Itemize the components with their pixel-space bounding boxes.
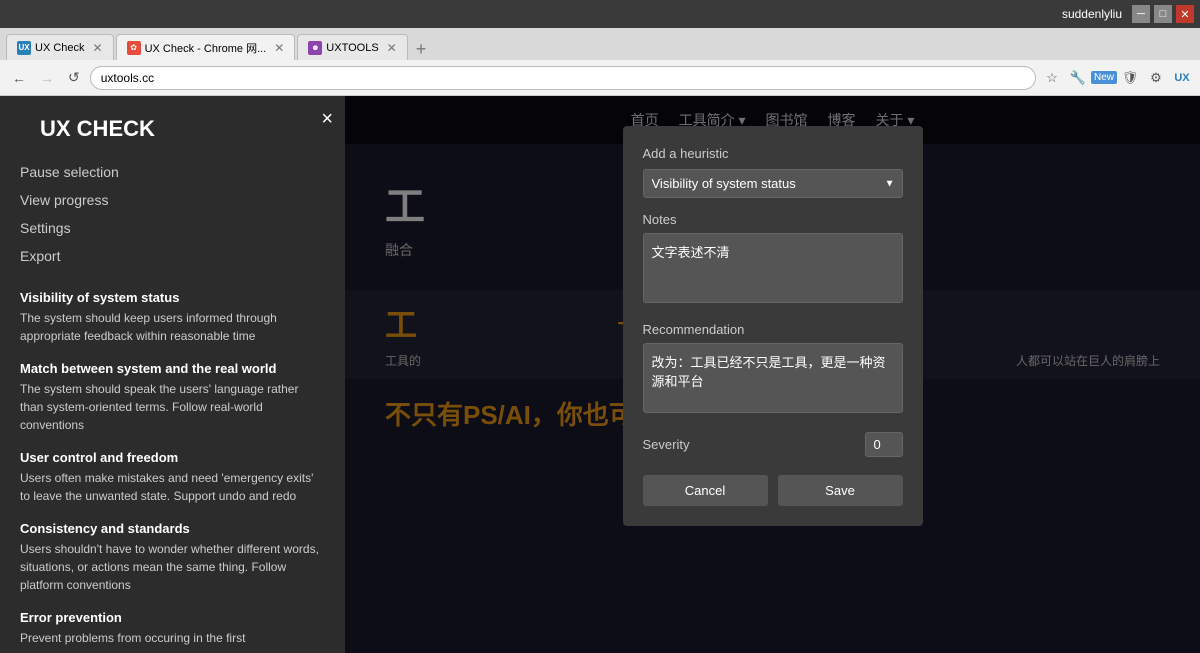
cancel-button[interactable]: Cancel bbox=[643, 475, 768, 506]
sidebar-nav: UX CHECK Pause selection View progress S… bbox=[0, 96, 345, 278]
modal-dialog: Add a heuristic Visibility of system sta… bbox=[623, 126, 923, 526]
notes-label: Notes bbox=[643, 212, 903, 227]
extension-icon[interactable]: 🔧 bbox=[1068, 68, 1088, 88]
recommendation-textarea[interactable]: 改为：工具已经不只是工具，更是一种资源和平台 bbox=[643, 343, 903, 413]
sidebar-item-export[interactable]: Export bbox=[20, 242, 345, 270]
username: suddenlyliu bbox=[1062, 7, 1122, 21]
tab-ux-check[interactable]: UX UX Check ✕ bbox=[6, 34, 114, 60]
heuristic-select-wrapper: Visibility of system status Match betwee… bbox=[643, 169, 903, 198]
heuristic-select[interactable]: Visibility of system status Match betwee… bbox=[643, 169, 903, 198]
severity-select-wrapper: 0 1 2 3 4 bbox=[865, 432, 903, 457]
heuristic-match: Match between system and the real world … bbox=[20, 361, 325, 434]
heuristic-desc-match: The system should speak the users' langu… bbox=[20, 380, 325, 434]
heuristic-title-consistency: Consistency and standards bbox=[20, 521, 325, 536]
notes-textarea[interactable]: 文字表述不清 bbox=[643, 233, 903, 303]
recommendation-label: Recommendation bbox=[643, 322, 903, 337]
severity-row: Severity 0 1 2 3 4 bbox=[643, 432, 903, 457]
tab-close-2[interactable]: ✕ bbox=[274, 41, 284, 55]
chrome-icon: ✿ bbox=[127, 41, 141, 55]
sidebar-item-view-progress[interactable]: View progress bbox=[20, 186, 345, 214]
heuristic-desc-error: Prevent problems from occuring in the fi… bbox=[20, 629, 325, 647]
modal-overlay: Add a heuristic Visibility of system sta… bbox=[345, 96, 1200, 653]
tab-bar: UX UX Check ✕ ✿ UX Check - Chrome 网... ✕… bbox=[0, 28, 1200, 60]
severity-select[interactable]: 0 1 2 3 4 bbox=[865, 432, 903, 457]
tab-close-3[interactable]: ✕ bbox=[387, 41, 397, 55]
url-input[interactable] bbox=[90, 66, 1036, 90]
modal-buttons: Cancel Save bbox=[643, 475, 903, 506]
sidebar-item-settings[interactable]: Settings bbox=[20, 214, 345, 242]
heuristic-visibility: Visibility of system status The system s… bbox=[20, 290, 325, 345]
close-window-button[interactable]: ✕ bbox=[1176, 5, 1194, 23]
toolbar-icons: ☆ 🔧 New 🛡 ⚙ UX bbox=[1042, 68, 1192, 88]
sidebar-heuristics: Visibility of system status The system s… bbox=[0, 278, 345, 653]
address-bar: ← → ↺ ☆ 🔧 New 🛡 ⚙ UX bbox=[0, 60, 1200, 96]
ux-check-icon[interactable]: UX bbox=[1172, 68, 1192, 88]
ux-icon: UX bbox=[17, 41, 31, 55]
title-bar: suddenlyliu ─ □ ✕ bbox=[0, 0, 1200, 28]
bookmark-icon[interactable]: ☆ bbox=[1042, 68, 1062, 88]
main-website-area: 首页 工具简介 ▾ 图书馆 博客 关于 ▾ 工业水平 融合 工 一种资源 工具的… bbox=[345, 96, 1200, 653]
heuristic-desc-consistency: Users shouldn't have to wonder whether d… bbox=[20, 540, 325, 594]
refresh-button[interactable]: ↺ bbox=[64, 67, 84, 88]
heuristic-title-visibility: Visibility of system status bbox=[20, 290, 325, 305]
heuristic-desc-visibility: The system should keep users informed th… bbox=[20, 309, 325, 345]
tab-label: UX Check bbox=[35, 42, 85, 54]
maximize-button[interactable]: □ bbox=[1154, 5, 1172, 23]
sidebar-close-button[interactable]: × bbox=[321, 108, 333, 131]
sidebar: × UX CHECK Pause selection View progress… bbox=[0, 96, 345, 653]
back-button[interactable]: ← bbox=[8, 68, 30, 88]
heuristic-title-match: Match between system and the real world bbox=[20, 361, 325, 376]
tab-label-uxtools: UXTOOLS bbox=[326, 42, 378, 54]
modal-title: Add a heuristic bbox=[643, 146, 903, 161]
tab-ux-check-chrome[interactable]: ✿ UX Check - Chrome 网... ✕ bbox=[116, 34, 296, 60]
forward-button[interactable]: → bbox=[36, 68, 58, 88]
sidebar-logo: UX CHECK bbox=[20, 108, 345, 158]
tab-label-chrome: UX Check - Chrome 网... bbox=[145, 40, 267, 56]
heuristic-title-error: Error prevention bbox=[20, 610, 325, 625]
uxtools-icon: ☻ bbox=[308, 41, 322, 55]
page-content: × UX CHECK Pause selection View progress… bbox=[0, 96, 1200, 653]
shield-icon[interactable]: 🛡 bbox=[1120, 68, 1140, 88]
window-controls: ─ □ ✕ bbox=[1132, 5, 1194, 23]
heuristic-desc-user-control: Users often make mistakes and need 'emer… bbox=[20, 469, 325, 505]
tab-close-1[interactable]: ✕ bbox=[93, 41, 103, 55]
save-button[interactable]: Save bbox=[778, 475, 903, 506]
extension-icon-2[interactable]: New bbox=[1094, 68, 1114, 88]
severity-label: Severity bbox=[643, 437, 690, 452]
settings-icon[interactable]: ⚙ bbox=[1146, 68, 1166, 88]
heuristic-user-control: User control and freedom Users often mak… bbox=[20, 450, 325, 505]
heuristic-title-user-control: User control and freedom bbox=[20, 450, 325, 465]
new-tab-button[interactable]: + bbox=[410, 39, 433, 60]
heuristic-consistency: Consistency and standards Users shouldn'… bbox=[20, 521, 325, 594]
tab-uxtools[interactable]: ☻ UXTOOLS ✕ bbox=[297, 34, 407, 60]
heuristic-error-prevention: Error prevention Prevent problems from o… bbox=[20, 610, 325, 647]
sidebar-item-pause[interactable]: Pause selection bbox=[20, 158, 345, 186]
minimize-button[interactable]: ─ bbox=[1132, 5, 1150, 23]
